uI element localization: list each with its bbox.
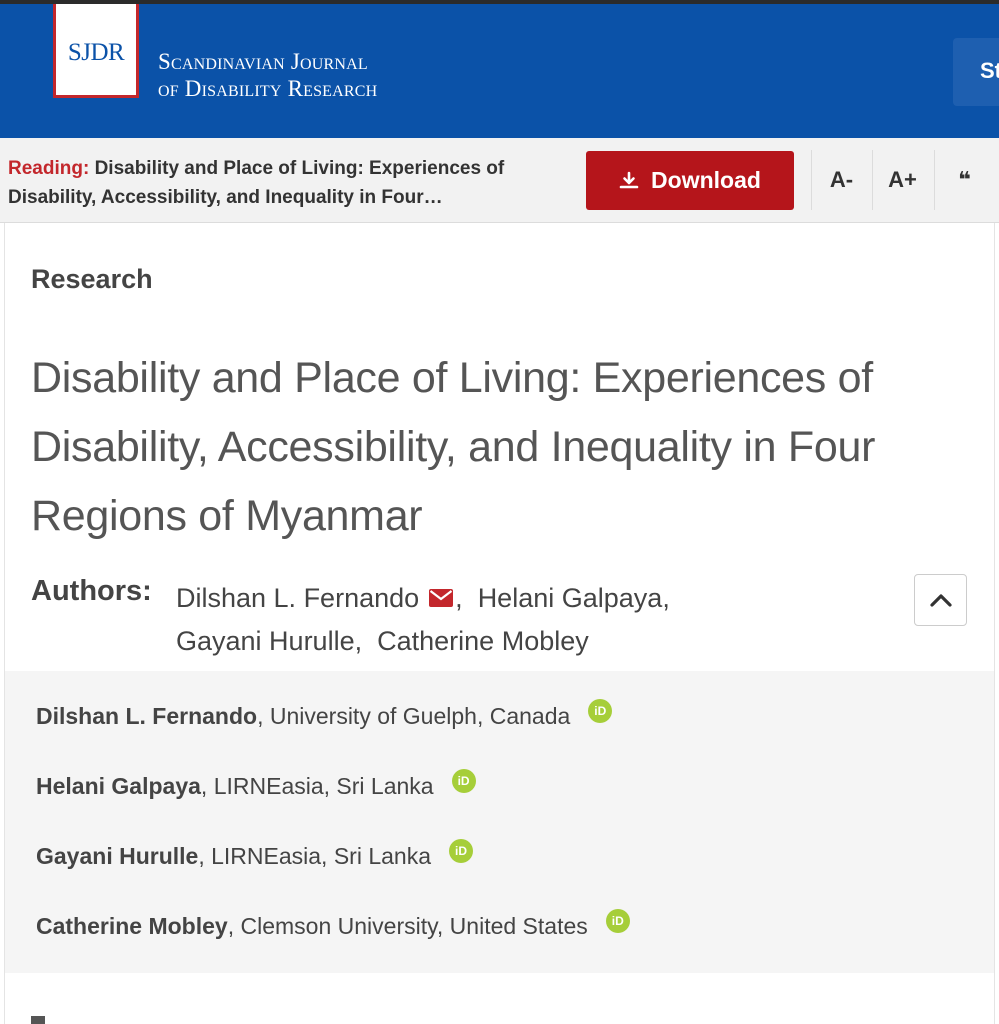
affiliation-author-name: Gayani Hurulle xyxy=(36,843,199,869)
journal-name-line2: of Disability Research xyxy=(158,76,378,101)
orcid-icon[interactable]: iD xyxy=(451,768,476,793)
author-item[interactable]: Gayani Hurulle, xyxy=(176,626,362,656)
font-increase-label: A+ xyxy=(888,167,917,192)
download-button[interactable]: Download xyxy=(586,151,794,210)
font-decrease-button[interactable]: A- xyxy=(811,150,871,210)
author-name[interactable]: Dilshan L. Fernando xyxy=(176,583,419,613)
font-increase-button[interactable]: A+ xyxy=(872,150,932,210)
author-name[interactable]: Helani Galpaya xyxy=(478,583,663,613)
affiliation-detail: , LIRNEasia, Sri Lanka xyxy=(198,843,431,869)
author-item[interactable]: Helani Galpaya, xyxy=(478,583,670,613)
section-label: Research xyxy=(31,264,153,294)
chevron-up-icon xyxy=(929,594,952,607)
author-item[interactable]: Dilshan L. Fernando, xyxy=(176,583,463,613)
affiliation-author-name: Dilshan L. Fernando xyxy=(36,703,258,729)
cite-button[interactable]: ❝ xyxy=(934,150,994,210)
affiliation-row: Gayani Hurulle , LIRNEasia, Sri Lanka iD xyxy=(36,838,473,870)
journal-name[interactable]: Scandinavian Journal of Disability Resea… xyxy=(158,48,377,102)
mail-icon[interactable] xyxy=(429,588,454,607)
reading-toolbar: Reading: Disability and Place of Living:… xyxy=(0,138,999,223)
affiliation-detail: , University of Guelph, Canada xyxy=(257,703,571,729)
header-menu-button-label: St xyxy=(980,58,999,83)
author-separator: , xyxy=(455,583,463,613)
download-icon xyxy=(619,171,639,188)
affiliation-detail: , Clemson University, United States xyxy=(227,913,588,939)
affiliations-panel: Dilshan L. Fernando , University of Guel… xyxy=(5,671,994,973)
collapse-authors-button[interactable] xyxy=(914,574,967,626)
affiliation-row: Catherine Mobley , Clemson University, U… xyxy=(36,908,630,940)
site-header: SJDR Scandinavian Journal of Disability … xyxy=(0,4,999,138)
author-name[interactable]: Gayani Hurulle xyxy=(176,626,355,656)
journal-logo[interactable]: SJDR xyxy=(53,4,139,98)
orcid-icon[interactable]: iD xyxy=(605,908,630,933)
logo-abbreviation: SJDR xyxy=(67,38,125,66)
reading-status: Reading: Disability and Place of Living:… xyxy=(8,154,568,212)
quote-icon: ❝ xyxy=(958,167,971,192)
affiliation-row: Helani Galpaya , LIRNEasia, Sri Lanka iD xyxy=(36,768,476,800)
journal-name-line1: Scandinavian Journal xyxy=(158,49,368,74)
author-separator: , xyxy=(354,626,363,656)
next-section-heading-fragment xyxy=(31,1016,45,1024)
font-decrease-label: A- xyxy=(829,167,854,192)
author-separator: , xyxy=(662,583,670,613)
orcid-icon[interactable]: iD xyxy=(449,838,473,863)
affiliation-author-name: Helani Galpaya xyxy=(36,773,201,799)
authors-list: Dilshan L. Fernando, Helani Galpaya, Gay… xyxy=(176,577,876,663)
article-title: Disability and Place of Living: Experien… xyxy=(31,354,876,540)
author-name[interactable]: Catherine Mobley xyxy=(377,626,589,656)
author-item[interactable]: Catherine Mobley xyxy=(377,626,589,656)
header-menu-button[interactable]: St xyxy=(953,38,999,106)
orcid-icon[interactable]: iD xyxy=(588,698,613,723)
affiliation-author-name: Catherine Mobley xyxy=(36,913,228,939)
authors-label: Authors: xyxy=(31,575,152,607)
download-button-label: Download xyxy=(651,167,761,193)
affiliation-row: Dilshan L. Fernando , University of Guel… xyxy=(36,698,613,730)
reading-label: Reading: xyxy=(8,158,90,179)
affiliation-detail: , LIRNEasia, Sri Lanka xyxy=(200,773,434,799)
